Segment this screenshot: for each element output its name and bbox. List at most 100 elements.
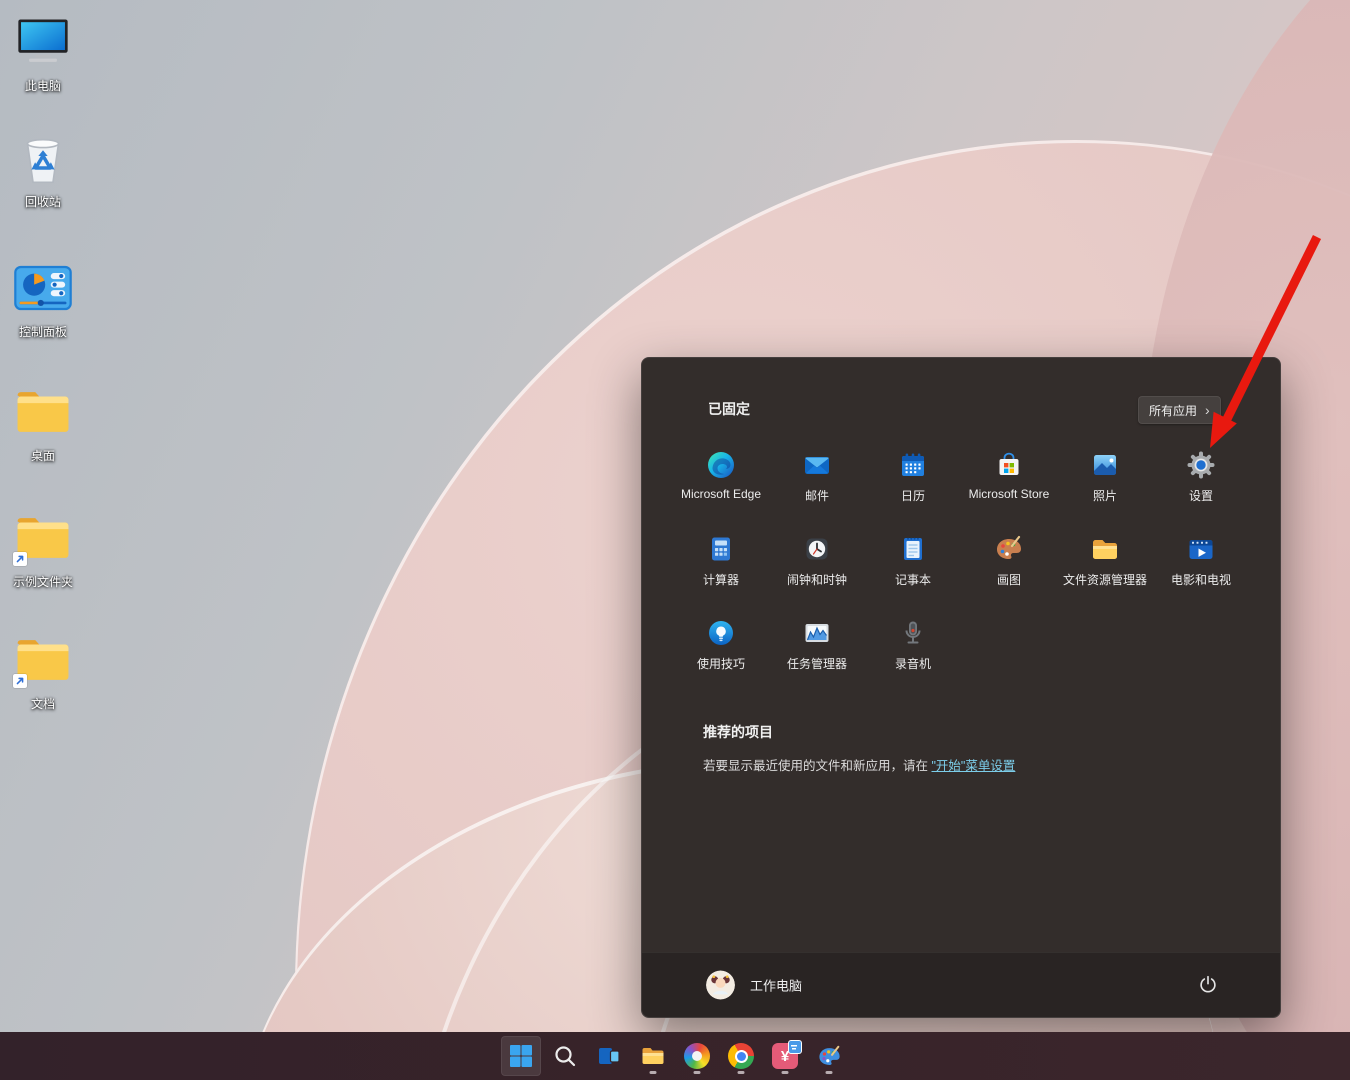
pinned-app-notepad[interactable]: 记事本 (865, 530, 961, 614)
pinned-app-calendar[interactable]: 日历 (865, 446, 961, 530)
start-menu-settings-link[interactable]: "开始"菜单设置 (931, 759, 1015, 773)
recommended-hint-text: 若要显示最近使用的文件和新应用，请在 "开始"菜单设置 (703, 755, 1015, 774)
pinned-app-calculator[interactable]: 计算器 (673, 530, 769, 614)
user-name: 工作电脑 (750, 978, 803, 994)
calendar-icon (897, 449, 929, 481)
pinned-app-voice-recorder[interactable]: 录音机 (865, 614, 961, 698)
desktop-icon-control-panel[interactable]: 控制面板 (0, 256, 86, 340)
pinned-app-microsoft-store[interactable]: Microsoft Store (961, 446, 1057, 530)
power-button[interactable] (1188, 965, 1228, 1005)
desktop-icon-desktop-folder[interactable]: 桌面 (0, 380, 86, 464)
this-pc-icon (11, 10, 75, 74)
taskbar-chrome-button[interactable] (721, 1036, 761, 1076)
app-label: 闹钟和时钟 (786, 573, 847, 587)
chrome-icon-center (736, 1051, 746, 1061)
pinned-app-movies-tv[interactable]: 电影和电视 (1153, 530, 1249, 614)
app-label: 电影和电视 (1170, 573, 1231, 587)
clock-icon (801, 533, 833, 565)
folder-icon (11, 506, 75, 570)
start-menu-footer: 工作电脑 (642, 952, 1280, 1017)
desktop-icon-recycle-bin[interactable]: 回收站 (0, 126, 86, 210)
pinned-app-tips[interactable]: 使用技巧 (673, 614, 769, 698)
settings-gear-icon (1185, 449, 1217, 481)
pinned-app-alarms-clock[interactable]: 闹钟和时钟 (769, 530, 865, 614)
currency-app-badge-icon (788, 1040, 802, 1054)
desktop-icon-sample-folder[interactable]: 示例文件夹 (0, 506, 86, 590)
recommended-hint: 若要显示最近使用的文件和新应用，请在 (703, 759, 932, 773)
folder-icon (11, 380, 75, 444)
calculator-icon (705, 533, 737, 565)
app-label: 记事本 (894, 573, 931, 587)
app-label: 使用技巧 (696, 657, 745, 671)
running-app-indicator (825, 1071, 833, 1074)
taskbar: ¥ (0, 1032, 1350, 1080)
pinned-section-header: 已固定 (708, 401, 750, 417)
app-label: 计算器 (702, 573, 739, 587)
shortcut-arrow-icon (13, 552, 27, 566)
user-account-button[interactable]: 工作电脑 (706, 970, 803, 1000)
tips-lightbulb-icon (705, 617, 737, 649)
shortcut-arrow-icon (13, 674, 27, 688)
paint-palette-icon (993, 533, 1025, 565)
taskbar-pinwheel-app-button[interactable] (677, 1036, 717, 1076)
store-icon (993, 449, 1025, 481)
app-label: 照片 (1092, 489, 1117, 503)
running-app-indicator (737, 1071, 745, 1074)
file-explorer-icon (642, 1048, 664, 1064)
file-explorer-icon (1089, 533, 1121, 565)
pinned-app-microsoft-edge[interactable]: Microsoft Edge (673, 446, 769, 530)
all-apps-button[interactable]: 所有应用 › (1138, 396, 1221, 424)
app-label: 画图 (996, 573, 1021, 587)
pinned-apps-grid: Microsoft Edge 邮件 日历 Microsoft Store 照片 … (673, 446, 1249, 698)
running-app-indicator (649, 1071, 657, 1074)
task-view-icon (599, 1048, 620, 1064)
pinned-app-settings[interactable]: 设置 (1153, 446, 1249, 530)
desktop-icon-label: 控制面板 (18, 325, 67, 339)
pinned-app-task-manager[interactable]: 任务管理器 (769, 614, 865, 698)
edge-icon (705, 449, 737, 481)
pinned-app-file-explorer[interactable]: 文件资源管理器 (1057, 530, 1153, 614)
running-app-indicator (693, 1071, 701, 1074)
desktop-icon-this-pc[interactable]: 此电脑 (0, 10, 86, 94)
taskbar-paint-app-button[interactable] (809, 1036, 849, 1076)
mail-icon (801, 449, 833, 481)
movies-tv-icon (1185, 533, 1217, 565)
desktop-icon-label: 桌面 (30, 449, 55, 463)
task-view-button[interactable] (589, 1036, 629, 1076)
currency-app-icon: ¥ (772, 1040, 802, 1069)
control-panel-icon (11, 256, 75, 320)
app-label: 日历 (900, 489, 925, 503)
windows-logo-icon (510, 1045, 532, 1067)
folder-icon (11, 628, 75, 692)
recommended-section-header: 推荐的项目 (703, 724, 773, 740)
app-label: 文件资源管理器 (1062, 573, 1147, 587)
taskbar-currency-app-button[interactable]: ¥ (765, 1036, 805, 1076)
paint-palette-icon (818, 1045, 840, 1065)
chevron-right-icon: › (1205, 402, 1210, 418)
app-label: 任务管理器 (786, 657, 847, 671)
app-label: Microsoft Store (968, 487, 1050, 501)
desktop-icon-documents-folder[interactable]: 文档 (0, 628, 86, 712)
microphone-icon (897, 617, 929, 649)
running-app-indicator (781, 1071, 789, 1074)
search-icon (555, 1046, 576, 1067)
search-button[interactable] (545, 1036, 585, 1076)
pinned-app-photos[interactable]: 照片 (1057, 446, 1153, 530)
app-label: Microsoft Edge (680, 487, 762, 501)
all-apps-label: 所有应用 (1149, 403, 1198, 418)
user-avatar (706, 970, 735, 1000)
desktop-icon-label: 回收站 (24, 195, 61, 209)
chrome-icon (728, 1043, 754, 1069)
start-button[interactable] (501, 1036, 541, 1076)
desktop-icon-label: 文档 (30, 697, 55, 711)
start-menu: 已固定 所有应用 › Microsoft Edge 邮件 日历 Microsof… (641, 357, 1281, 1018)
photos-icon (1089, 449, 1121, 481)
notepad-icon (897, 533, 929, 565)
app-label: 录音机 (894, 657, 931, 671)
taskbar-file-explorer-button[interactable] (633, 1036, 673, 1076)
pinwheel-app-icon (684, 1043, 710, 1069)
task-manager-icon (801, 617, 833, 649)
pinned-app-paint[interactable]: 画图 (961, 530, 1057, 614)
app-label: 设置 (1188, 489, 1213, 503)
pinned-app-mail[interactable]: 邮件 (769, 446, 865, 530)
